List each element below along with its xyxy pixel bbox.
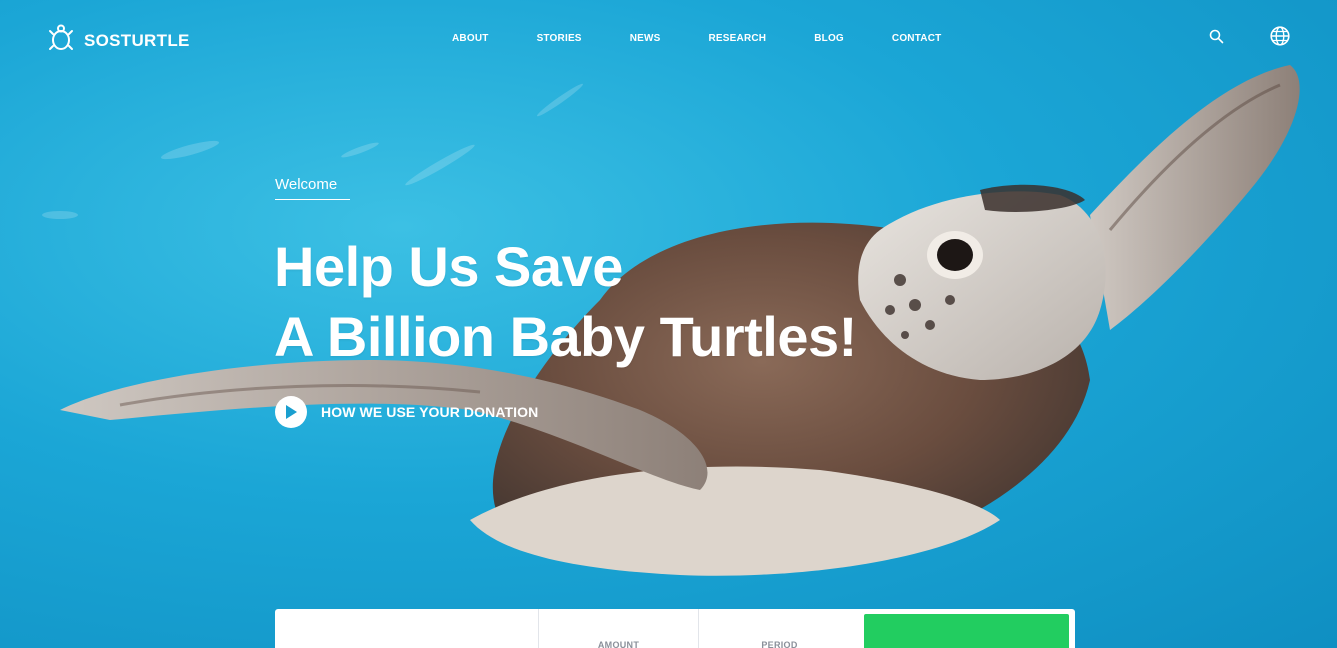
play-icon xyxy=(275,396,307,428)
turtle-icon xyxy=(48,24,74,57)
brand-name: SOSTURTLE xyxy=(84,30,190,50)
donation-video-link[interactable]: HOW WE USE YOUR DONATION xyxy=(275,396,538,428)
video-link-label: HOW WE USE YOUR DONATION xyxy=(321,404,539,420)
hero-section: SOSTURTLE ABOUT STORIES NEWS RESEARCH BL… xyxy=(0,0,1337,648)
top-navigation: SOSTURTLE ABOUT STORIES NEWS RESEARCH BL… xyxy=(0,0,1337,80)
brand-logo[interactable]: SOSTURTLE xyxy=(48,24,190,57)
nav-item-contact[interactable]: CONTACT xyxy=(892,33,942,44)
globe-icon[interactable] xyxy=(1270,26,1290,51)
nav-item-blog[interactable]: BLOG xyxy=(814,33,844,44)
hero-eyebrow: Welcome xyxy=(275,176,350,200)
donation-type-field[interactable] xyxy=(275,609,538,648)
nav-item-stories[interactable]: STORIES xyxy=(537,33,582,44)
period-label: PERIOD xyxy=(761,640,798,648)
donate-submit-button[interactable] xyxy=(864,614,1069,648)
donation-form: AMOUNT PERIOD xyxy=(275,609,1075,648)
amount-label: AMOUNT xyxy=(597,640,640,648)
headline-line-1: Help Us Save xyxy=(274,235,623,298)
amount-field[interactable]: AMOUNT xyxy=(538,609,698,648)
nav-item-about[interactable]: ABOUT xyxy=(452,33,489,44)
nav-item-news[interactable]: NEWS xyxy=(630,33,661,44)
main-menu: ABOUT STORIES NEWS RESEARCH BLOG CONTACT xyxy=(434,33,941,44)
search-icon[interactable] xyxy=(1209,29,1224,49)
nav-item-research[interactable]: RESEARCH xyxy=(709,33,767,44)
period-field[interactable]: PERIOD xyxy=(698,609,860,648)
headline-line-2: A Billion Baby Turtles! xyxy=(274,305,857,368)
hero-headline: Help Us Save A Billion Baby Turtles! xyxy=(274,232,857,372)
